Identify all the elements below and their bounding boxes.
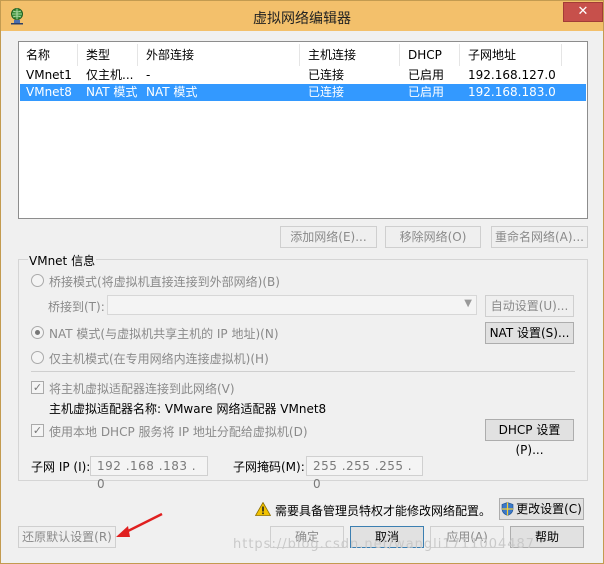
cell-host: 已连接 (308, 68, 345, 82)
adapter-name-text: 主机虚拟适配器名称: VMware 网络适配器 VMnet8 (49, 402, 327, 416)
dhcp-settings-button[interactable]: DHCP 设置(P)... (485, 419, 574, 457)
cell-external: NAT 模式 (146, 85, 198, 99)
column-header-external[interactable]: 外部连接 (140, 44, 300, 66)
column-header-type[interactable]: 类型 (80, 44, 138, 66)
dhcp-label: 使用本地 DHCP 服务将 IP 地址分配给虚拟机(D) (49, 425, 308, 439)
cell-type: 仅主机... (86, 68, 134, 82)
remove-network-button[interactable]: 移除网络(O) (385, 226, 481, 248)
table-row-selected[interactable]: VMnet8 NAT 模式 NAT 模式 已连接 已启用 192.168.183… (20, 84, 586, 101)
cell-external: - (146, 68, 151, 82)
auto-settings-button[interactable]: 自动设置(U)... (485, 295, 574, 317)
close-button[interactable]: ✕ (563, 2, 603, 22)
warning-icon (255, 502, 271, 516)
chevron-down-icon: ▼ (464, 298, 472, 309)
nat-settings-button[interactable]: NAT 设置(S)... (485, 322, 574, 344)
vmnet-info-group (18, 259, 588, 481)
cell-subnet: 192.168.127.0 (468, 68, 556, 82)
cell-dhcp: 已启用 (408, 68, 445, 82)
rename-network-button[interactable]: 重命名网络(A)... (491, 226, 588, 248)
cell-type: NAT 模式 (86, 85, 138, 99)
divider (31, 371, 575, 372)
uac-shield-icon (501, 502, 514, 516)
table-row[interactable]: VMnet1 仅主机... - 已连接 已启用 192.168.127.0 (20, 67, 586, 84)
cell-dhcp: 已启用 (408, 85, 445, 99)
cell-host: 已连接 (308, 85, 345, 99)
watermark: https://blog.csdn.net/wangli1711004487 (233, 537, 536, 552)
admin-warning-text: 需要具备管理员特权才能修改网络配置。 (275, 504, 492, 518)
subnet-ip-label: 子网 IP (I): (31, 460, 91, 474)
bridged-mode-radio[interactable] (31, 274, 44, 287)
subnet-ip-field[interactable]: 192 .168 .183 . 0 (90, 456, 208, 491)
column-header-host[interactable]: 主机连接 (302, 44, 400, 66)
connect-adapter-label: 将主机虚拟适配器连接到此网络(V) (49, 382, 235, 396)
subnet-mask-field[interactable]: 255 .255 .255 . 0 (306, 456, 423, 491)
add-network-button[interactable]: 添加网络(E)... (280, 226, 377, 248)
virtual-network-editor-window: 虚拟网络编辑器 ✕ 名称 类型 外部连接 主机连接 DHCP 子网地址 VMne… (0, 0, 604, 564)
connect-adapter-checkbox[interactable]: ✓ (31, 381, 44, 394)
change-settings-label: 更改设置(C) (516, 502, 582, 516)
bridged-mode-label: 桥接模式(将虚拟机直接连接到外部网络)(B) (49, 275, 280, 289)
nat-mode-radio[interactable] (31, 326, 44, 339)
bridged-to-label: 桥接到(T): (48, 300, 105, 314)
nat-mode-label: NAT 模式(与虚拟机共享主机的 IP 地址)(N) (49, 327, 279, 341)
dhcp-checkbox[interactable]: ✓ (31, 424, 44, 437)
window-title: 虚拟网络编辑器 (253, 11, 351, 27)
bridged-to-dropdown[interactable]: ▼ (107, 295, 477, 315)
cell-name: VMnet8 (26, 85, 72, 99)
host-only-radio[interactable] (31, 351, 44, 364)
title-bar[interactable]: 虚拟网络编辑器 ✕ (1, 1, 603, 31)
column-header-name[interactable]: 名称 (20, 44, 78, 66)
host-only-label: 仅主机模式(在专用网络内连接虚拟机)(H) (49, 352, 269, 366)
column-header-subnet[interactable]: 子网地址 (462, 44, 562, 66)
network-list[interactable]: 名称 类型 外部连接 主机连接 DHCP 子网地址 VMnet1 仅主机... … (18, 41, 588, 219)
subnet-mask-label: 子网掩码(M): (233, 460, 305, 474)
annotation-arrow-icon (116, 512, 163, 537)
cell-name: VMnet1 (26, 68, 72, 82)
cell-subnet: 192.168.183.0 (468, 85, 556, 99)
restore-defaults-button[interactable]: 还原默认设置(R) (18, 526, 116, 548)
list-header: 名称 类型 外部连接 主机连接 DHCP 子网地址 (20, 44, 586, 66)
vmnet-info-label: VMnet 信息 (28, 252, 97, 269)
change-settings-button[interactable]: 更改设置(C) (499, 498, 584, 520)
column-header-dhcp[interactable]: DHCP (402, 44, 460, 66)
